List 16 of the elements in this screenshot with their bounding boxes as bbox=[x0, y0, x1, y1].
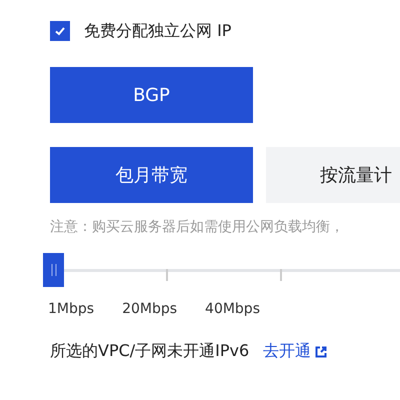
slider-tick-label: 1Mbps bbox=[48, 301, 94, 317]
billing-tab[interactable]: 包月带宽 bbox=[50, 147, 253, 203]
checkbox-label: 免费分配独立公网 IP bbox=[84, 20, 232, 42]
line-type-button[interactable]: BGP bbox=[50, 67, 253, 123]
slider-thumb[interactable] bbox=[43, 253, 64, 287]
slider-tick bbox=[280, 269, 282, 281]
checkbox[interactable] bbox=[50, 21, 70, 41]
note-text: 注意：购买云服务器后如需使用公网负载均衡， bbox=[50, 218, 345, 236]
slider-tick-label: 20Mbps bbox=[122, 301, 178, 317]
slider-tick-label: 40Mbps bbox=[205, 301, 260, 317]
billing-tab[interactable]: 按流量计 bbox=[266, 147, 400, 203]
slider-tick bbox=[166, 269, 168, 281]
external-link-icon bbox=[315, 346, 328, 358]
ipv6-message: 所选的VPC/子网未开通IPv6 bbox=[50, 341, 250, 362]
check-icon bbox=[54, 25, 66, 37]
enable-ipv6-link[interactable]: 去开通 bbox=[263, 341, 328, 362]
